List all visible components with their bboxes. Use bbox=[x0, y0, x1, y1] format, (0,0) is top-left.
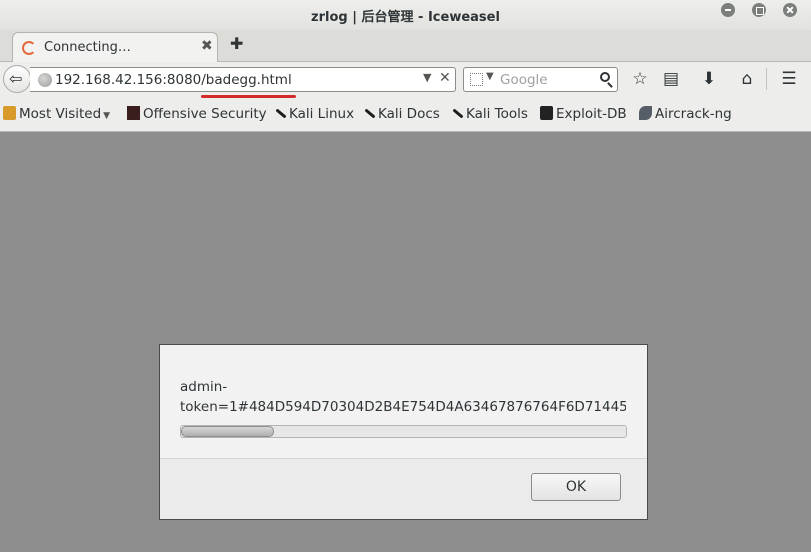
window-title: zrlog | 后台管理 - Iceweasel bbox=[311, 10, 500, 25]
bookmark-most-visited[interactable]: Most Visited ▼ bbox=[3, 106, 110, 124]
bookmark-offensive-security[interactable]: Offensive Security bbox=[127, 106, 267, 124]
close-window-icon[interactable] bbox=[783, 3, 797, 17]
bookmark-label: Kali Linux bbox=[289, 106, 355, 122]
bookmarks-toolbar: Most Visited ▼ Offensive Security Kali Li… bbox=[0, 98, 811, 132]
downloads-icon[interactable]: ⬇ bbox=[698, 68, 720, 90]
message-scrollbar[interactable] bbox=[180, 425, 627, 438]
tab-close-icon[interactable]: ✖ bbox=[201, 37, 213, 55]
url-bar[interactable]: 192.168.42.156:8080/badegg.html ▼ ✕ bbox=[30, 67, 456, 92]
tab-connecting[interactable]: Connecting… ✖ bbox=[12, 32, 218, 63]
bookmark-label: Offensive Security bbox=[143, 106, 267, 122]
bookmark-label: Kali Tools bbox=[466, 106, 528, 122]
bookmark-label: Exploit-DB bbox=[556, 106, 627, 122]
alert-message-line2: token=1#484D594D70304D2B4E754D4A63467876… bbox=[180, 399, 626, 415]
toolbar-separator bbox=[766, 68, 767, 90]
chevron-down-icon: ▼ bbox=[103, 111, 111, 121]
alert-dialog: admin- token=1#484D594D70304D2B4E754D4A6… bbox=[159, 344, 648, 520]
kali-dragon-icon bbox=[450, 106, 463, 120]
url-history-dropdown-icon[interactable]: ▼ bbox=[423, 71, 431, 84]
bookmark-kali-docs[interactable]: Kali Docs bbox=[362, 106, 440, 124]
menu-icon[interactable]: ☰ bbox=[778, 68, 800, 90]
alert-message-line1: admin- bbox=[180, 379, 228, 395]
search-engine-icon[interactable] bbox=[470, 73, 483, 86]
bookmark-star-icon[interactable]: ☆ bbox=[629, 68, 651, 90]
search-box[interactable]: ▼ Google bbox=[463, 67, 618, 92]
new-tab-icon[interactable]: ✚ bbox=[230, 34, 243, 54]
search-icon[interactable] bbox=[600, 72, 610, 82]
search-engine-dropdown-icon[interactable]: ▼ bbox=[486, 71, 494, 82]
bookmark-aircrack-ng[interactable]: Aircrack-ng bbox=[639, 106, 732, 124]
minimize-icon[interactable] bbox=[721, 3, 735, 17]
scrollbar-thumb[interactable] bbox=[181, 426, 275, 437]
bookmark-label: Kali Docs bbox=[378, 106, 440, 122]
kali-dragon-icon bbox=[273, 106, 286, 120]
aircrack-icon bbox=[639, 106, 652, 120]
kali-dragon-icon bbox=[362, 106, 375, 120]
home-icon[interactable]: ⌂ bbox=[736, 68, 758, 90]
window-titlebar: zrlog | 后台管理 - Iceweasel bbox=[0, 0, 811, 30]
back-button[interactable]: ⇦ bbox=[3, 65, 31, 93]
alert-message: admin- token=1#484D594D70304D2B4E754D4A6… bbox=[180, 377, 626, 417]
dialog-footer: OK bbox=[160, 458, 647, 519]
site-identity-icon[interactable] bbox=[38, 73, 52, 87]
loading-throbber-icon bbox=[22, 41, 36, 55]
bookmark-kali-tools[interactable]: Kali Tools bbox=[450, 106, 528, 124]
stop-icon[interactable]: ✕ bbox=[439, 70, 451, 86]
maximize-icon[interactable] bbox=[752, 3, 766, 17]
bookmark-label: Most Visited bbox=[19, 106, 102, 122]
offsec-icon bbox=[127, 106, 140, 120]
bookmark-label: Aircrack-ng bbox=[655, 106, 732, 122]
back-arrow-icon: ⇦ bbox=[9, 69, 23, 88]
search-placeholder: Google bbox=[500, 72, 548, 88]
tab-label: Connecting… bbox=[44, 40, 131, 55]
tab-strip: Connecting… ✖ bbox=[0, 30, 811, 63]
navigation-toolbar: ⇦ 192.168.42.156:8080/badegg.html ▼ ✕ bbox=[0, 62, 811, 98]
ok-button[interactable]: OK bbox=[531, 473, 621, 501]
bookmark-kali-linux[interactable]: Kali Linux bbox=[273, 106, 354, 124]
reading-list-icon[interactable]: ▤ bbox=[660, 68, 682, 90]
bookmark-exploit-db[interactable]: Exploit-DB bbox=[540, 106, 627, 124]
exploitdb-icon bbox=[540, 106, 553, 120]
folder-icon bbox=[3, 106, 16, 120]
url-text[interactable]: 192.168.42.156:8080/badegg.html bbox=[55, 72, 292, 88]
